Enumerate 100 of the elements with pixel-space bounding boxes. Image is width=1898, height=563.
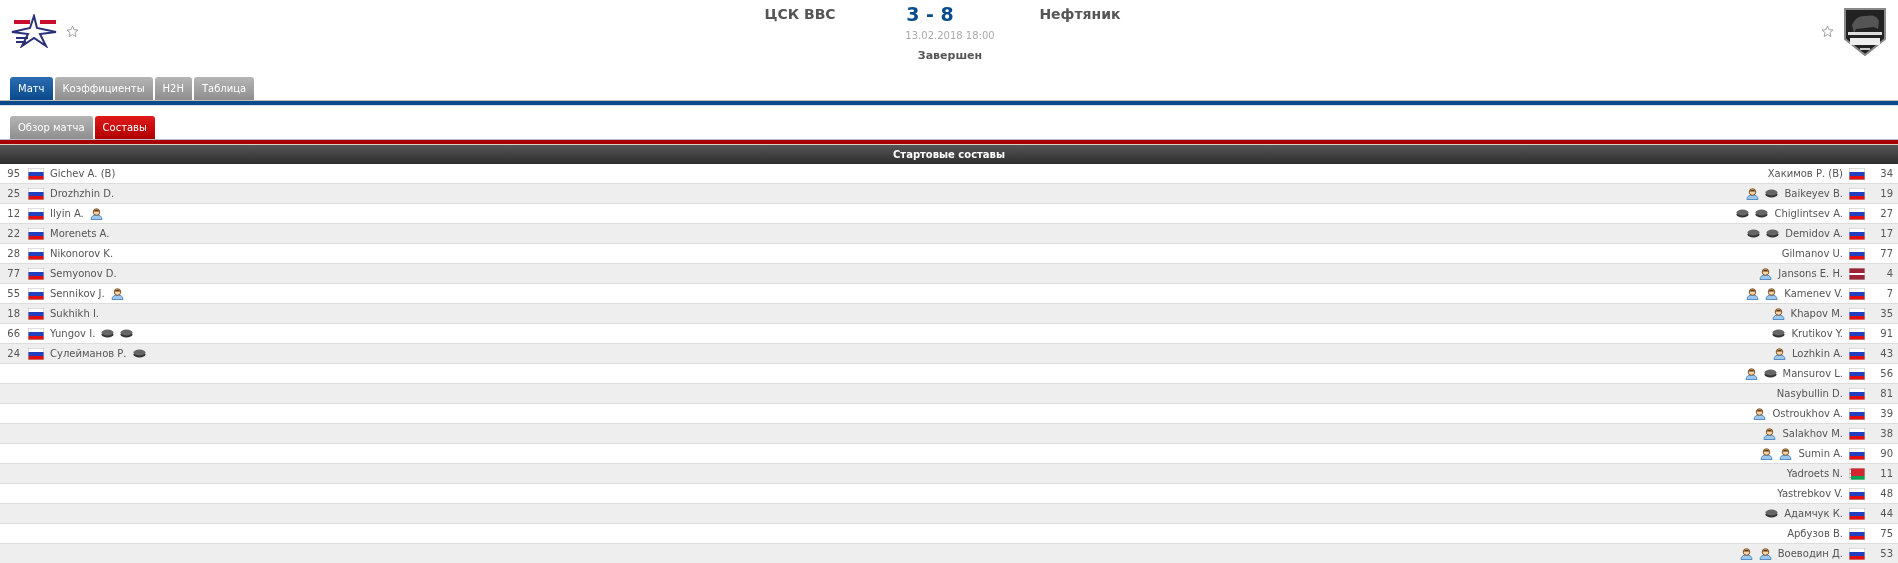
flag-icon <box>1849 267 1865 280</box>
flag-icon <box>28 307 44 320</box>
player-name[interactable]: Drozhzhin D. <box>50 188 115 199</box>
flag-icon <box>28 247 44 260</box>
puck-icon <box>120 329 134 338</box>
jersey-number: 28 <box>6 248 20 259</box>
home-team-name[interactable]: ЦСК ВВС <box>710 6 890 22</box>
jersey-number: 39 <box>1879 408 1893 419</box>
match-status: Завершен <box>917 49 983 62</box>
favorite-star-icon[interactable] <box>66 24 79 38</box>
flag-icon <box>1849 167 1865 180</box>
flag-icon <box>1849 487 1865 500</box>
person-icon <box>89 207 103 220</box>
player-name[interactable]: Gichev A. (B) <box>50 168 116 179</box>
away-team-name[interactable]: Нефтяник <box>970 6 1190 22</box>
jersey-number: 25 <box>6 188 20 199</box>
jersey-number: 75 <box>1879 528 1893 539</box>
jersey-number: 55 <box>6 288 20 299</box>
tab[interactable]: Матч <box>10 77 53 100</box>
jersey-number: 18 <box>6 308 20 319</box>
person-icon <box>1779 447 1793 460</box>
person-icon <box>1746 287 1760 300</box>
flag-icon <box>1849 187 1865 200</box>
flag-icon <box>28 227 44 240</box>
jersey-number: 56 <box>1879 368 1893 379</box>
player-name[interactable]: Salakhov M. <box>1782 428 1843 439</box>
player-name[interactable]: Gilmanov U. <box>1781 248 1843 259</box>
player-name[interactable]: Morenets A. <box>50 228 110 239</box>
jersey-number: 81 <box>1879 388 1893 399</box>
jersey-number: 12 <box>6 208 20 219</box>
player-name[interactable]: Chiglintsev A. <box>1774 208 1843 219</box>
flag-icon <box>1849 427 1865 440</box>
person-icon <box>1753 407 1767 420</box>
jersey-number: 19 <box>1879 188 1893 199</box>
player-name[interactable]: Demidov A. <box>1785 228 1843 239</box>
player-name[interactable]: Krutikov Y. <box>1791 328 1843 339</box>
puck-icon <box>1772 329 1786 338</box>
jersey-number: 22 <box>6 228 20 239</box>
person-icon <box>1759 267 1773 280</box>
flag-icon <box>1849 227 1865 240</box>
player-name[interactable]: Sukhikh I. <box>50 308 100 319</box>
player-name[interactable]: Ilyin A. <box>50 208 84 219</box>
flag-icon <box>28 167 44 180</box>
player-name[interactable]: Сулейманов Р. <box>50 348 127 359</box>
puck-icon <box>1766 229 1780 238</box>
player-name[interactable]: Semyonov D. <box>50 268 117 279</box>
player-name[interactable]: Jansons E. H. <box>1778 268 1843 279</box>
puck-icon <box>1755 209 1769 218</box>
jersey-number: 43 <box>1879 348 1893 359</box>
person-icon <box>1772 347 1786 360</box>
flag-icon <box>28 267 44 280</box>
jersey-number: 38 <box>1879 428 1893 439</box>
section-title: Стартовые составы <box>893 149 1005 160</box>
winged-logo-icon[interactable] <box>10 14 58 48</box>
jersey-number: 27 <box>1879 208 1893 219</box>
person-icon <box>1765 287 1779 300</box>
player-name[interactable]: Адамчук К. <box>1784 508 1843 519</box>
player-name[interactable]: Lozhkin A. <box>1791 348 1843 359</box>
favorite-star-icon[interactable] <box>1821 24 1834 38</box>
player-name[interactable]: Yadroets N. <box>1786 468 1843 479</box>
person-icon <box>110 287 124 300</box>
jersey-number: 90 <box>1879 448 1893 459</box>
player-name[interactable]: Baikeyev B. <box>1784 188 1843 199</box>
person-icon <box>1771 307 1785 320</box>
jersey-number: 7 <box>1885 288 1893 299</box>
flag-icon <box>1849 247 1865 260</box>
player-name[interactable]: Арбузов В. <box>1787 528 1843 539</box>
puck-icon <box>132 349 146 358</box>
player-name[interactable]: Yastrebkov V. <box>1777 488 1843 499</box>
person-icon <box>1760 447 1774 460</box>
flag-icon <box>1849 327 1865 340</box>
person-icon <box>1744 367 1758 380</box>
player-name[interactable]: Khapov M. <box>1790 308 1843 319</box>
match-datetime: 13.02.2018 18:00 <box>905 30 995 41</box>
player-name[interactable]: Хакимов Р. (B) <box>1767 168 1843 179</box>
jersey-number: 53 <box>1879 548 1893 559</box>
jersey-number: 66 <box>6 328 20 339</box>
flag-icon <box>28 287 44 300</box>
flag-icon <box>1849 547 1865 560</box>
player-name[interactable]: Воеводин Д. <box>1777 548 1843 559</box>
person-icon <box>1739 547 1753 560</box>
puck-icon <box>1765 509 1779 518</box>
player-name[interactable]: Nikonorov K. <box>50 248 114 259</box>
player-name[interactable]: Ostroukhov A. <box>1772 408 1843 419</box>
flag-icon <box>1849 307 1865 320</box>
puck-icon <box>1736 209 1750 218</box>
flag-icon <box>1849 347 1865 360</box>
bison-shield-logo-icon[interactable] <box>1842 5 1888 57</box>
player-name[interactable]: Yungov I. <box>50 328 96 339</box>
flag-icon <box>28 207 44 220</box>
player-name[interactable]: Sumin A. <box>1798 448 1843 459</box>
flag-icon <box>28 327 44 340</box>
subtab[interactable]: Составы <box>94 116 155 139</box>
flag-icon <box>28 347 44 360</box>
player-name[interactable]: Kamenev V. <box>1784 288 1843 299</box>
flag-icon <box>1849 527 1865 540</box>
player-name[interactable]: Mansurov L. <box>1782 368 1843 379</box>
player-name[interactable]: Sennikov J. <box>50 288 105 299</box>
flag-icon <box>1849 507 1865 520</box>
player-name[interactable]: Nasybullin D. <box>1776 388 1843 399</box>
